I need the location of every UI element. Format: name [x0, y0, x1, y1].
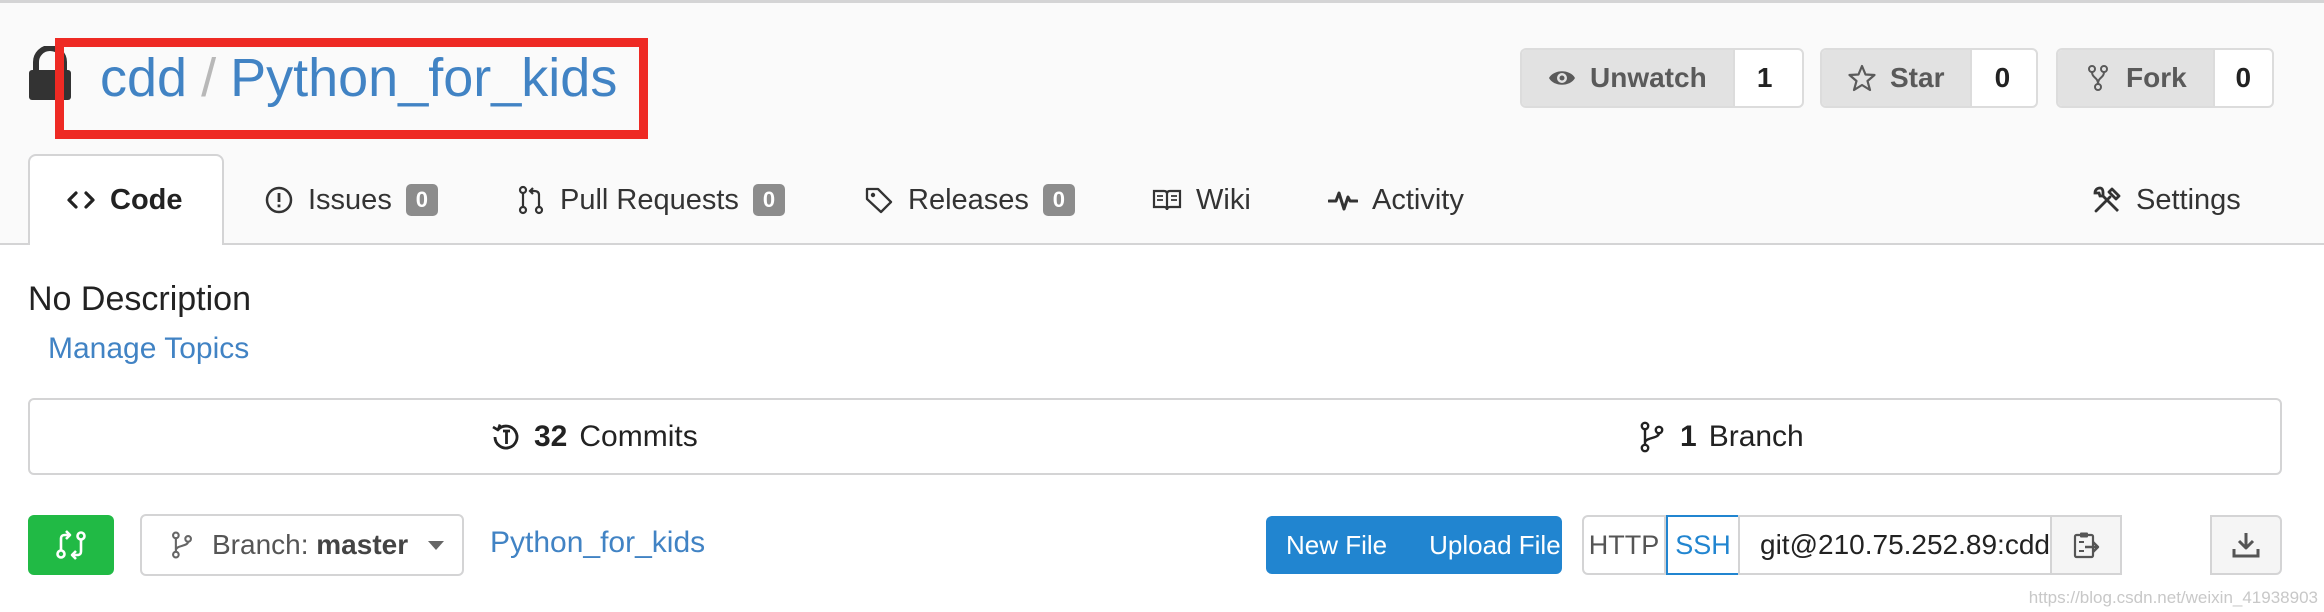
caret-down-icon [428, 540, 445, 550]
tab-releases-label: Releases [908, 183, 1029, 216]
eye-icon [1549, 71, 1575, 85]
repo-owner-link[interactable]: cdd [100, 48, 187, 108]
stars-count[interactable]: 0 [1970, 50, 2032, 106]
tab-activity[interactable]: Activity [1328, 178, 1464, 222]
branch-dropdown-label: Branch: master [212, 529, 408, 561]
commits-count: 32 [534, 419, 568, 453]
book-icon [1152, 189, 1182, 211]
star-label: Star [1890, 62, 1945, 93]
tab-code[interactable]: Code [66, 178, 183, 222]
branch-dropdown[interactable]: Branch: master [140, 514, 464, 576]
watch-button-group: Unwatch 1 [1520, 48, 1804, 108]
repo-description: No Description [28, 280, 251, 318]
tab-releases[interactable]: Releases 0 [864, 178, 1075, 222]
history-icon [492, 423, 519, 449]
repo-stats-bar: 32 Commits 1 Branch [28, 398, 2282, 475]
copy-url-button[interactable] [2050, 515, 2122, 575]
issues-count-badge: 0 [405, 184, 438, 216]
repo-name-link[interactable]: Python_for_kids [230, 48, 617, 108]
clone-url-input[interactable]: git@210.75.252.89:cdd/Pyth [1738, 515, 2052, 575]
fork-button-group: Fork 0 [2056, 48, 2274, 108]
code-icon [67, 191, 95, 209]
watermark-text: https://blog.csdn.net/weixin_41938903 [2028, 588, 2318, 607]
fork-icon [2088, 65, 2108, 91]
fork-button[interactable]: Fork [2058, 50, 2213, 106]
branch-icon [172, 531, 192, 559]
tab-issues[interactable]: Issues 0 [264, 178, 438, 222]
releases-count-badge: 0 [1042, 184, 1075, 216]
tab-activity-label: Activity [1372, 183, 1464, 216]
clipboard-icon [2073, 532, 2100, 559]
branch-prefix: Branch: [212, 529, 309, 560]
clone-panel: HTTP SSH git@210.75.252.89:cdd/Pyth [1582, 515, 2282, 575]
header-divider [0, 243, 2324, 245]
tab-issues-label: Issues [308, 183, 392, 216]
tab-settings-label: Settings [2136, 183, 2241, 216]
star-icon [1848, 64, 1876, 92]
tab-pull-requests[interactable]: Pull Requests 0 [516, 178, 785, 222]
unwatch-button[interactable]: Unwatch [1522, 50, 1733, 106]
star-button-group: Star 0 [1820, 48, 2038, 108]
compare-branches-button[interactable] [28, 515, 114, 575]
compare-arrows-icon [56, 530, 86, 560]
ssh-clone-button[interactable]: SSH [1666, 515, 1740, 575]
tag-icon [865, 187, 893, 214]
tab-settings[interactable]: Settings [2092, 178, 2241, 222]
unwatch-label: Unwatch [1590, 62, 1707, 93]
pulse-icon [1328, 191, 1358, 211]
fork-label: Fork [2126, 62, 2187, 93]
branch-count: 1 [1680, 419, 1697, 453]
download-icon [2232, 533, 2260, 558]
commits-label: Commits [579, 419, 698, 453]
tab-wiki-label: Wiki [1196, 183, 1251, 216]
branch-name: master [316, 529, 409, 560]
manage-topics-link[interactable]: Manage Topics [48, 332, 249, 366]
tab-pull-requests-label: Pull Requests [560, 183, 739, 216]
branch-icon [1640, 421, 1664, 452]
issue-icon [265, 186, 293, 214]
branch-stat[interactable]: 1 Branch [1636, 400, 1804, 473]
commits-stat[interactable]: 32 Commits [490, 400, 698, 473]
download-button[interactable] [2210, 515, 2282, 575]
tools-icon [2093, 186, 2121, 213]
upload-file-button[interactable]: Upload File [1429, 530, 1561, 561]
new-file-button[interactable]: New File [1286, 530, 1387, 561]
repo-title-separator: / [201, 48, 217, 108]
forks-count[interactable]: 0 [2212, 50, 2272, 106]
pull-request-icon [518, 185, 544, 215]
watchers-count[interactable]: 1 [1732, 50, 1795, 106]
repo-root-link[interactable]: Python_for_kids [490, 526, 705, 560]
http-clone-button[interactable]: HTTP [1582, 515, 1666, 575]
pull-requests-count-badge: 0 [752, 184, 785, 216]
branch-label: Branch [1708, 419, 1804, 453]
repo-title: cdd / Python_for_kids [100, 46, 617, 110]
file-actions-group: New File Upload File [1266, 516, 1562, 574]
tab-code-label: Code [110, 183, 183, 216]
tab-wiki[interactable]: Wiki [1152, 178, 1251, 222]
star-button[interactable]: Star [1822, 50, 1971, 106]
